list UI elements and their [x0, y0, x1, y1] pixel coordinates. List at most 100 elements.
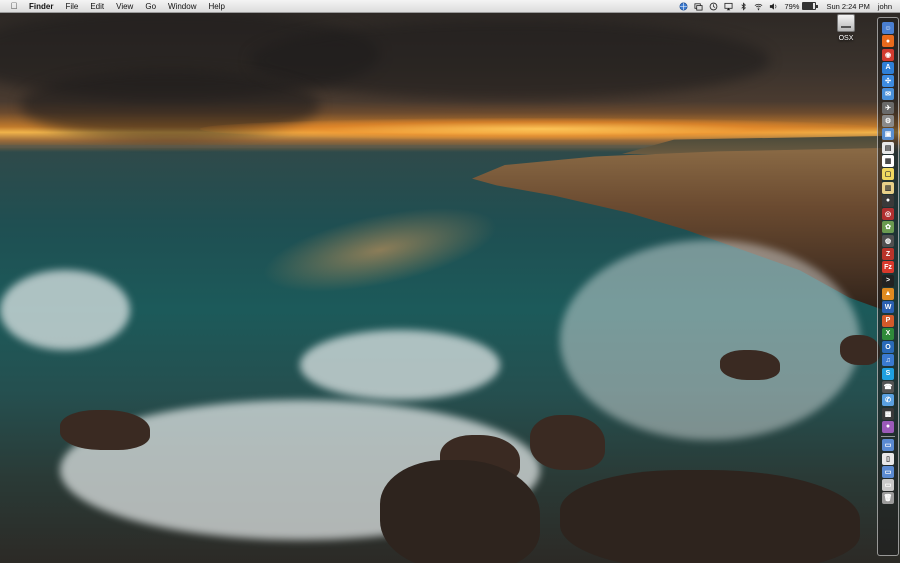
dock-item-word[interactable]: W — [882, 301, 894, 314]
dock-item-textedit[interactable]: ▤ — [882, 141, 894, 154]
dock: ☺ ● ◉ A ✣ ✉ ✈ ⚙ ▣ ▤ ▦ ▢ ▥ ● ◎ ✿ ◍ Z Fz > ▲ W P X O ♫ S ☎ ✆ ▩ ● ▭ ▯ ▭ ▭ 🗑 — [877, 17, 899, 556]
rock — [60, 410, 150, 450]
skype-icon: S — [885, 370, 891, 378]
dock-item-notes[interactable]: ▥ — [882, 181, 894, 194]
battery-icon[interactable] — [802, 2, 819, 10]
dock-separator — [881, 436, 895, 438]
word-icon: W — [884, 303, 892, 311]
dock-item-safari[interactable]: ✣ — [882, 75, 894, 88]
apple-icon[interactable]:  — [9, 1, 19, 11]
cloud — [250, 20, 770, 100]
menu-help[interactable]: Help — [208, 2, 224, 11]
volume-icon[interactable] — [769, 2, 778, 11]
dock-item-filezilla-alt[interactable]: Fz — [882, 261, 894, 274]
sea-foam — [560, 240, 860, 440]
dock-item-vlc[interactable]: ▲ — [882, 287, 894, 300]
rock — [380, 460, 540, 563]
dock-item-stickies[interactable]: ▢ — [882, 168, 894, 181]
menu-user[interactable]: john — [878, 2, 892, 11]
dock-item-outlook[interactable]: O — [882, 341, 894, 354]
dock-item-wifi-diagnostics[interactable]: ☎ — [882, 381, 894, 394]
trash-icon: 🗑 — [883, 495, 893, 503]
dock-item-game-center[interactable]: ● — [882, 420, 894, 433]
rock — [530, 415, 605, 470]
battery-percent: 79% — [784, 1, 800, 11]
excel-icon: X — [885, 330, 891, 338]
preview-icon: ▣ — [884, 131, 892, 139]
dock-item-applications-folder[interactable]: ▭ — [882, 439, 894, 452]
battery-fill — [803, 3, 813, 9]
airplay-icon[interactable] — [724, 2, 733, 11]
vlc-icon: ▲ — [884, 290, 892, 298]
firefox-icon: ● — [885, 37, 891, 45]
dock-item-photo-booth[interactable]: ◎ — [882, 208, 894, 221]
dock-item-downloads-folder[interactable]: ▭ — [882, 465, 894, 478]
desktop-icon-label: OSX — [838, 35, 854, 42]
downloads-folder-icon: ▭ — [884, 468, 892, 476]
mirror-icon[interactable] — [694, 2, 703, 11]
dock-item-stack-folder[interactable]: ▭ — [882, 479, 894, 492]
wifi-icon[interactable] — [754, 2, 763, 11]
dock-item-calendar[interactable]: ▦ — [882, 154, 894, 167]
chrome-icon: ◉ — [884, 51, 892, 59]
textedit-icon: ▤ — [884, 144, 892, 152]
menu-edit[interactable]: Edit — [90, 2, 104, 11]
dock-item-messages[interactable]: ✆ — [882, 394, 894, 407]
sunset-glow — [200, 118, 880, 140]
sea-foam — [0, 270, 130, 350]
system-preferences-icon: ⚙ — [884, 118, 892, 126]
dock-item-powerpoint[interactable]: P — [882, 314, 894, 327]
dock-item-iphoto[interactable]: ✿ — [882, 221, 894, 234]
bluetooth-icon[interactable] — [739, 1, 748, 11]
calendar-icon: ▦ — [884, 157, 892, 165]
desktop-wallpaper — [0, 0, 900, 563]
dock-item-skype[interactable]: S — [882, 367, 894, 380]
dock-item-preview[interactable]: ▣ — [882, 128, 894, 141]
dock-item-firefox[interactable]: ● — [882, 35, 894, 48]
dock-item-itunes[interactable]: ♫ — [882, 354, 894, 367]
notes-icon: ▥ — [884, 184, 892, 192]
stickies-icon: ▢ — [884, 171, 892, 179]
dock-item-activity-monitor[interactable]: ▩ — [882, 407, 894, 420]
time-machine-icon[interactable] — [709, 2, 718, 11]
wifi-diagnostics-icon: ☎ — [883, 384, 893, 392]
dvd-player-icon: ◍ — [884, 237, 892, 245]
dock-item-app-store[interactable]: A — [882, 61, 894, 74]
menu-go[interactable]: Go — [145, 2, 156, 11]
dock-item-launchpad[interactable]: ✈ — [882, 101, 894, 114]
rock — [840, 335, 880, 365]
dock-item-terminal[interactable]: > — [882, 274, 894, 287]
menu-view[interactable]: View — [116, 2, 133, 11]
dock-item-system-preferences[interactable]: ⚙ — [882, 115, 894, 128]
terminal-icon: > — [885, 277, 891, 285]
finder-icon: ☺ — [884, 24, 892, 32]
outlook-icon: O — [885, 343, 891, 351]
menu-clock[interactable]: Sun 2:24 PM — [826, 2, 869, 11]
dock-item-chrome[interactable]: ◉ — [882, 48, 894, 61]
sea-reflection — [255, 190, 505, 310]
menu-finder[interactable]: Finder — [29, 2, 53, 11]
dock-item-finder[interactable]: ☺ — [882, 22, 894, 34]
dock-item-facetime[interactable]: ● — [882, 194, 894, 207]
dock-item-documents-folder[interactable]: ▯ — [882, 452, 894, 465]
iphoto-icon: ✿ — [885, 224, 891, 232]
desktop-icon-osx[interactable]: OSX — [832, 14, 860, 42]
messages-icon: ✆ — [885, 397, 891, 405]
stack-folder-icon: ▭ — [884, 482, 892, 490]
mail-icon: ✉ — [885, 91, 891, 99]
status-area: 79% Sun 2:24 PM john — [679, 0, 900, 12]
menu-window[interactable]: Window — [168, 2, 196, 11]
dock-item-dvd-player[interactable]: ◍ — [882, 234, 894, 247]
activity-monitor-icon: ▩ — [884, 410, 892, 418]
filezilla-alt-icon: Fz — [884, 263, 892, 271]
dock-item-filezilla[interactable]: Z — [882, 248, 894, 261]
dock-item-mail[interactable]: ✉ — [882, 88, 894, 101]
launchpad-icon: ✈ — [885, 104, 891, 112]
dock-item-excel[interactable]: X — [882, 327, 894, 340]
dock-item-trash[interactable]: 🗑 — [882, 492, 894, 505]
photo-booth-icon: ◎ — [884, 211, 892, 219]
menu-file[interactable]: File — [65, 2, 78, 11]
game-center-icon: ● — [885, 423, 891, 431]
globe-icon[interactable] — [679, 2, 688, 11]
menu-bar:  Finder File Edit View Go Window Help 7… — [0, 0, 900, 13]
